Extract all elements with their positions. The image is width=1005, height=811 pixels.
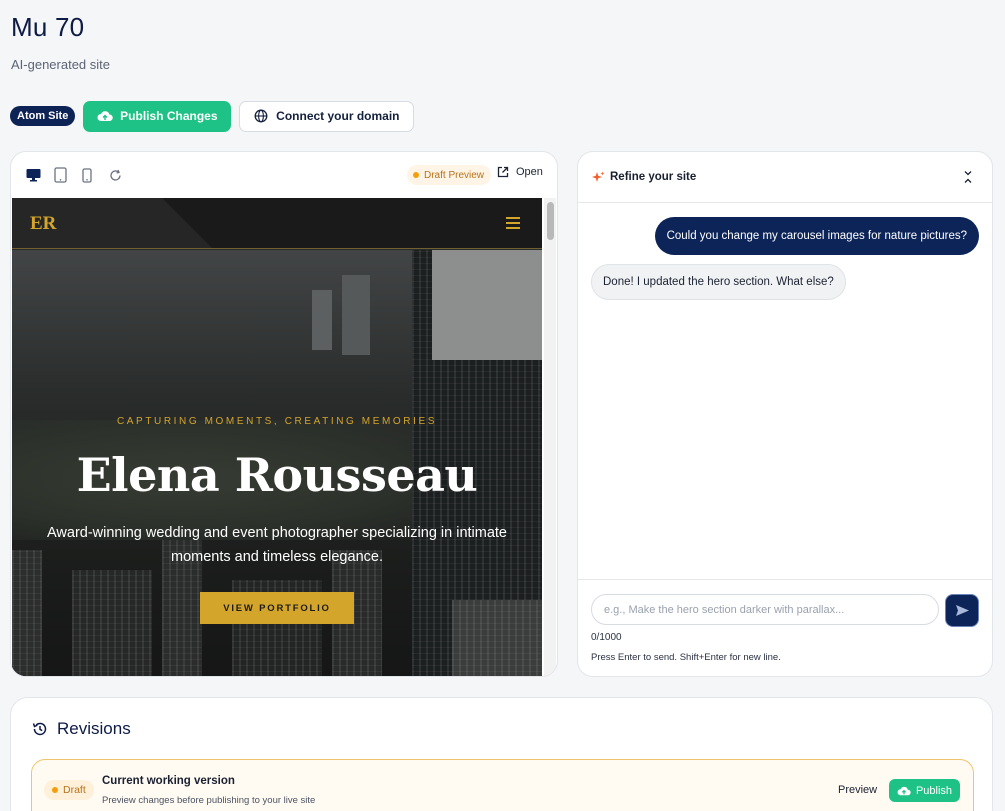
revision-description: Preview changes before publishing to you… (102, 795, 316, 806)
revision-publish-button[interactable]: Publish (889, 779, 960, 802)
open-site-link[interactable]: Open (497, 166, 543, 178)
revision-publish-label: Publish (915, 784, 953, 797)
chat-input[interactable] (591, 594, 939, 625)
preview-panel: Draft Preview Open ER CAPTURING MOMENTS,… (10, 151, 558, 677)
history-icon (32, 722, 47, 736)
globe-icon (254, 109, 268, 123)
connect-domain-button[interactable]: Connect your domain (239, 100, 415, 132)
hero-building-left (12, 550, 42, 676)
hero-section: CAPTURING MOMENTS, CREATING MEMORIES Ele… (12, 250, 542, 676)
user-message: Could you change my carousel images for … (654, 217, 979, 255)
hamburger-menu-icon[interactable] (506, 217, 520, 229)
refresh-icon[interactable] (107, 167, 123, 183)
open-label: Open (516, 166, 543, 178)
draft-preview-badge: Draft Preview (407, 165, 492, 185)
send-icon (955, 605, 969, 616)
revision-preview-link[interactable]: Preview (838, 784, 877, 796)
site-navbar: ER (12, 198, 542, 249)
cloud-upload-icon (897, 786, 911, 795)
hero-tower-top (432, 250, 542, 360)
hero-description: Award-winning wedding and event photogra… (47, 525, 507, 565)
mobile-view-icon[interactable] (79, 167, 95, 183)
revision-draft-label: Draft (63, 784, 86, 796)
assistant-message: Done! I updated the hero section. What e… (591, 264, 846, 300)
chat-panel: Refine your site Could you change my car… (577, 151, 993, 677)
site-preview-frame[interactable]: ER CAPTURING MOMENTS, CREATING MEMORIES … (12, 198, 542, 676)
page-title: Mu 70 (11, 12, 85, 42)
revisions-panel: Revisions Draft Current working version … (10, 697, 993, 811)
hero-building-f (312, 290, 332, 350)
tablet-view-icon[interactable] (52, 167, 68, 183)
sparkle-icon (592, 171, 605, 182)
hero-building-a (72, 570, 152, 676)
revision-name: Current working version (102, 775, 235, 787)
chat-header: Refine your site (578, 152, 992, 203)
revisions-title: Revisions (57, 719, 131, 738)
draft-preview-label: Draft Preview (424, 169, 485, 181)
draft-status-dot (413, 172, 419, 178)
view-portfolio-button[interactable]: VIEW PORTFOLIO (200, 592, 354, 624)
collapse-icon[interactable] (962, 170, 974, 184)
external-link-icon (497, 166, 509, 178)
revision-card-current: Draft Current working version Preview ch… (31, 759, 974, 811)
revision-draft-badge: Draft (44, 780, 94, 800)
hero-building-g (342, 275, 370, 355)
draft-status-dot (52, 787, 58, 793)
atom-site-badge: Atom Site (10, 106, 76, 126)
hero-tagline: CAPTURING MOMENTS, CREATING MEMORIES (116, 416, 438, 427)
char-count: 0/1000 (591, 632, 622, 643)
desktop-view-icon[interactable] (25, 167, 41, 183)
cloud-upload-icon (97, 111, 113, 121)
publish-changes-button[interactable]: Publish Changes (83, 100, 232, 132)
hero-building-e (452, 600, 542, 676)
chat-composer: 0/1000 Press Enter to send. Shift+Enter … (578, 579, 992, 676)
preview-scrollbar-thumb[interactable] (547, 202, 554, 240)
preview-scrollbar[interactable] (544, 198, 556, 676)
publish-changes-label: Publish Changes (120, 109, 218, 123)
preview-toolbar: Draft Preview Open (11, 152, 557, 198)
revisions-header: Revisions (31, 719, 131, 739)
site-logo[interactable]: ER (30, 213, 56, 235)
chat-title: Refine your site (610, 171, 697, 183)
page-subtitle: AI-generated site (11, 57, 111, 72)
send-button[interactable] (945, 594, 979, 627)
connect-domain-label: Connect your domain (276, 109, 400, 123)
action-bar: Atom Site Publish Changes Connect your d… (10, 100, 415, 132)
chat-hint: Press Enter to send. Shift+Enter for new… (591, 652, 781, 663)
hero-title: Elena Rousseau (76, 448, 478, 502)
